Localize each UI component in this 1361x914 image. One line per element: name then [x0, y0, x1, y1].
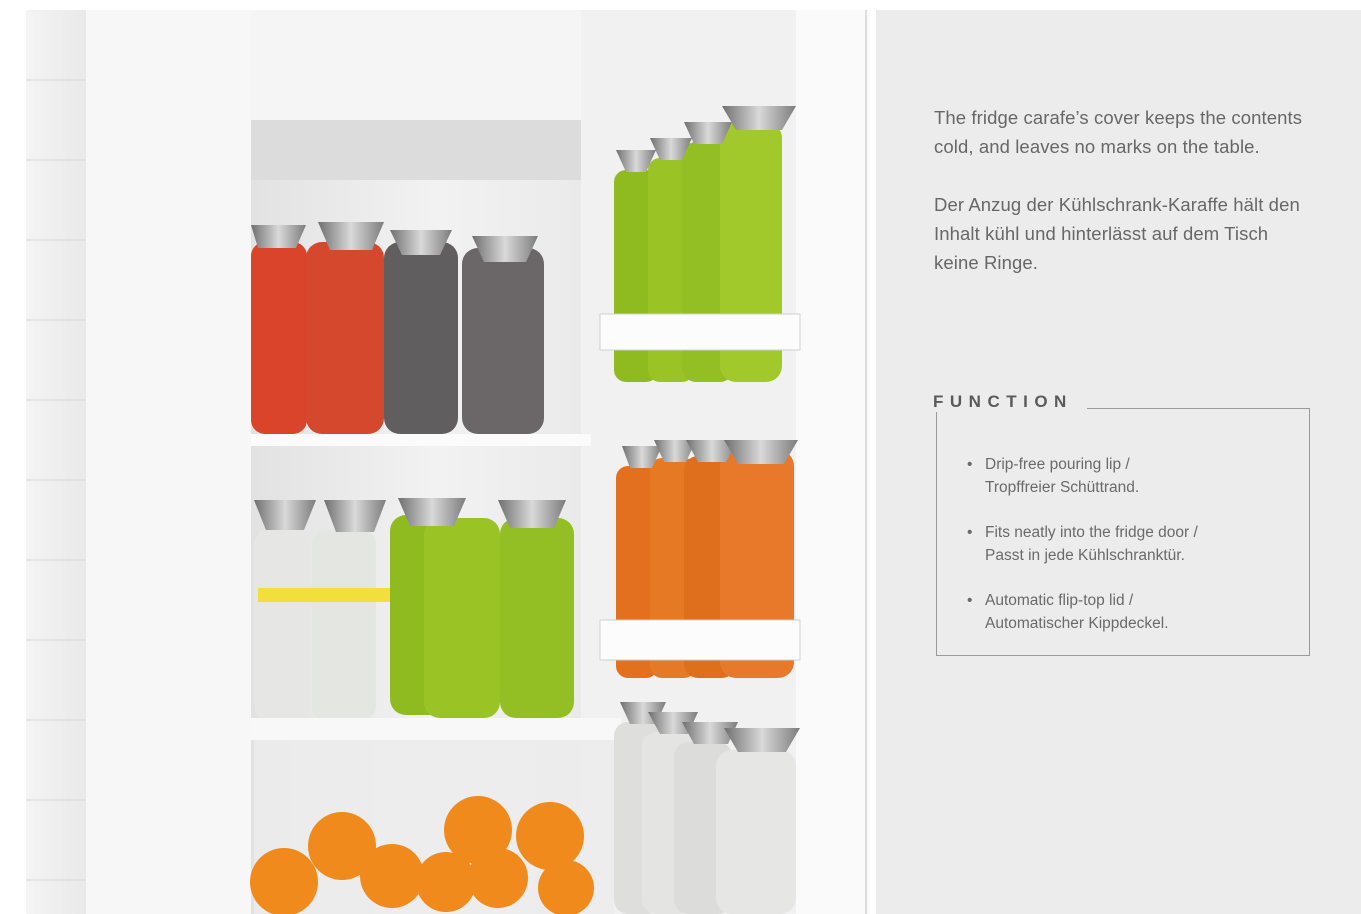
feature-line-de: Tropffreier Schüttrand.	[985, 479, 1140, 496]
feature-list: • Drip-free pouring lip / Tropffreier Sc…	[967, 453, 1297, 657]
fridge-illustration	[26, 10, 870, 914]
function-box: FUNCTION • Drip-free pouring lip / Tropf…	[933, 392, 1310, 657]
carafes-top-shelf	[251, 222, 544, 434]
door-carafes-white	[614, 702, 800, 914]
bullet-icon: •	[967, 456, 973, 473]
list-item: • Drip-free pouring lip / Tropffreier Sc…	[967, 453, 1297, 499]
intro-german: Der Anzug der Kühlschrank-Karaffe hält d…	[934, 194, 1300, 273]
bullet-icon: •	[967, 592, 973, 609]
feature-line-en: Automatic flip-top lid /	[985, 592, 1134, 609]
feature-line-de: Passt in jede Kühlschranktür.	[985, 547, 1185, 564]
function-title: FUNCTION	[933, 392, 1087, 412]
list-item: • Automatic flip-top lid / Automatischer…	[967, 589, 1297, 635]
feature-line-en: Fits neatly into the fridge door /	[985, 524, 1198, 541]
bullet-icon: •	[967, 524, 973, 541]
description-panel: The fridge carafe’s cover keeps the cont…	[876, 10, 1361, 914]
feature-line-en: Drip-free pouring lip /	[985, 456, 1130, 473]
fridge-photo	[26, 10, 870, 914]
intro-text: The fridge carafe’s cover keeps the cont…	[934, 103, 1314, 306]
list-item: • Fits neatly into the fridge door / Pas…	[967, 521, 1297, 567]
intro-english: The fridge carafe’s cover keeps the cont…	[934, 107, 1303, 157]
feature-line-de: Automatischer Kippdeckel.	[985, 615, 1169, 632]
